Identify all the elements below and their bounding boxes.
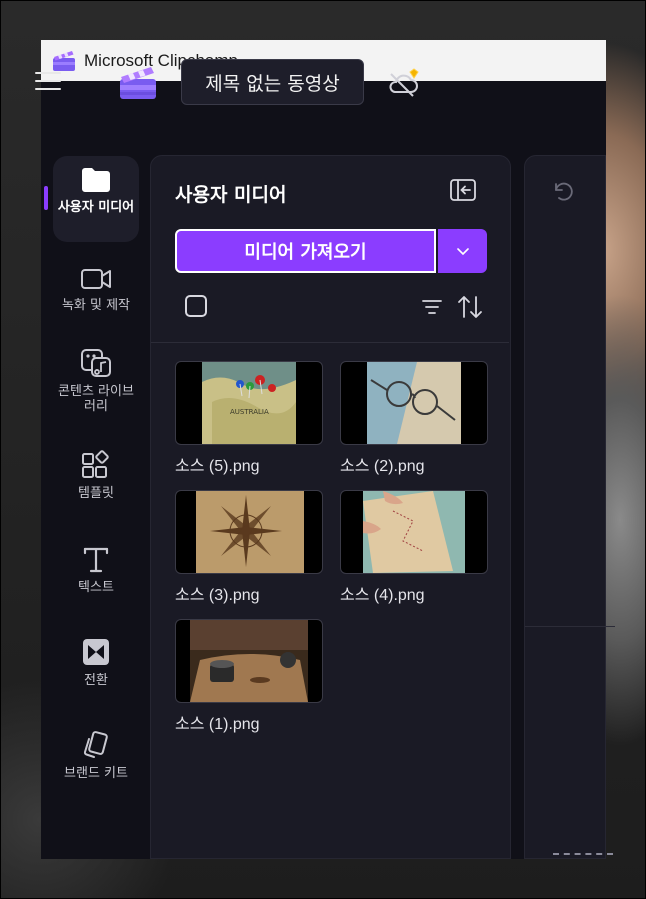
chevron-down-icon	[456, 248, 469, 256]
rail-item-brand-kit[interactable]: 브랜드 키트	[53, 730, 139, 781]
rail-label: 사용자 미디어	[57, 200, 135, 215]
rail-item-content-library[interactable]: 콘텐츠 라이브러리	[53, 348, 139, 414]
project-title-text: 제목 없는 동영상	[205, 72, 340, 95]
folder-icon	[82, 168, 110, 192]
desk-objects-image	[190, 620, 308, 702]
media-filename: 소스 (2).png	[340, 458, 425, 475]
collapse-panel-icon[interactable]	[450, 179, 476, 201]
rail-item-record-create[interactable]: 녹화 및 제작	[53, 266, 139, 313]
import-options-dropdown[interactable]	[438, 229, 487, 273]
user-media-panel: 사용자 미디어 미디어 가져오기 AUSTRALIA 소스 (5).png 소스…	[150, 155, 511, 859]
sort-icon[interactable]	[456, 294, 484, 320]
rail-label: 템플릿	[78, 486, 114, 501]
timeline-dashed-line	[553, 853, 613, 855]
media-item[interactable]: 소스 (4).png	[340, 490, 488, 605]
undo-icon[interactable]	[551, 180, 573, 202]
media-thumbnail[interactable]	[175, 490, 323, 574]
hand-on-map-image	[363, 491, 465, 573]
media-thumbnail[interactable]	[175, 619, 323, 703]
svg-text:AUSTRALIA: AUSTRALIA	[230, 408, 269, 416]
map-pins-image: AUSTRALIA	[202, 362, 296, 444]
panel-title: 사용자 미디어	[175, 184, 287, 206]
media-filename: 소스 (5).png	[175, 458, 260, 475]
media-item[interactable]: AUSTRALIA 소스 (5).png	[175, 361, 323, 476]
active-rail-indicator	[44, 186, 48, 210]
rail-item-transitions[interactable]: 전환	[53, 637, 139, 688]
rail-item-text[interactable]: 텍스트	[53, 544, 139, 595]
brand-kit-icon	[83, 731, 108, 758]
media-thumbnail[interactable]	[340, 490, 488, 574]
rail-item-templates[interactable]: 템플릿	[53, 450, 139, 501]
rail-label: 전환	[84, 673, 108, 688]
rail-label: 콘텐츠 라이브러리	[58, 384, 134, 414]
import-media-button[interactable]: 미디어 가져오기	[175, 229, 436, 273]
hamburger-menu-icon[interactable]	[35, 72, 61, 92]
cloud-off-premium-icon[interactable]	[386, 68, 422, 98]
import-media-label: 미디어 가져오기	[244, 242, 367, 263]
compass-rose-image	[196, 491, 304, 573]
media-thumbnail[interactable]: AUSTRALIA	[175, 361, 323, 445]
media-filename: 소스 (1).png	[175, 716, 260, 733]
preview-panel	[524, 155, 615, 859]
templates-icon	[82, 450, 109, 478]
transitions-icon	[83, 639, 109, 665]
media-item[interactable]: 소스 (1).png	[175, 619, 323, 734]
rail-label: 브랜드 키트	[64, 766, 128, 781]
rail-label: 녹화 및 제작	[61, 298, 131, 313]
content-library-icon	[81, 349, 111, 377]
clipchamp-brand-logo-icon	[120, 67, 156, 99]
rail-label: 텍스트	[78, 580, 114, 595]
rail-item-user-media[interactable]: 사용자 미디어	[53, 156, 139, 242]
panel-divider	[151, 342, 509, 343]
video-camera-icon	[81, 269, 111, 289]
media-filename: 소스 (4).png	[340, 587, 425, 604]
text-icon	[83, 547, 109, 573]
select-all-checkbox[interactable]	[185, 295, 207, 317]
media-item[interactable]: 소스 (2).png	[340, 361, 488, 476]
media-item[interactable]: 소스 (3).png	[175, 490, 323, 605]
project-title-button[interactable]: 제목 없는 동영상	[181, 59, 364, 105]
media-thumbnail[interactable]	[340, 361, 488, 445]
filter-icon[interactable]	[421, 298, 443, 316]
clipchamp-logo-icon	[53, 50, 75, 71]
media-filename: 소스 (3).png	[175, 587, 260, 604]
glasses-on-map-image	[367, 362, 461, 444]
preview-divider	[525, 626, 615, 627]
